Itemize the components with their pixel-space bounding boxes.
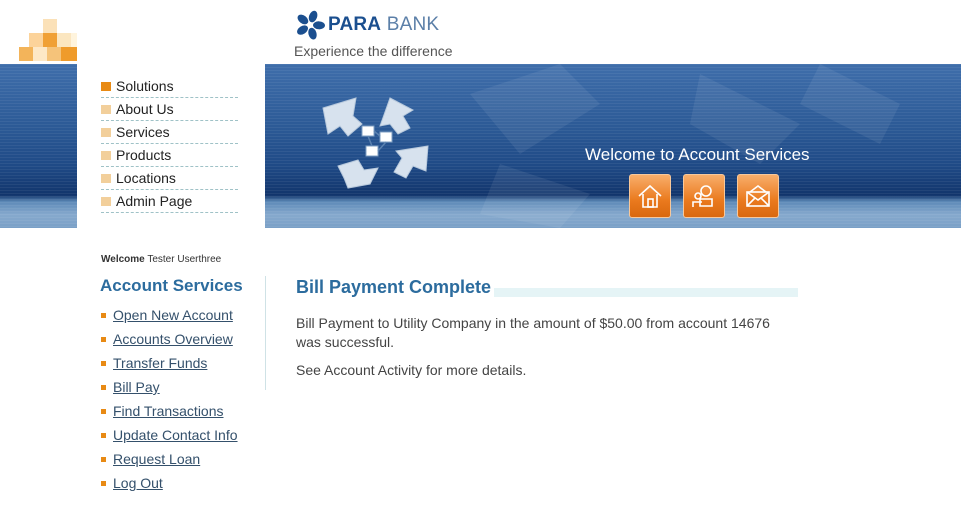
accounts-overview-link[interactable]: Accounts Overview bbox=[113, 331, 233, 347]
open-new-account-link[interactable]: Open New Account bbox=[113, 307, 233, 323]
menu-item-label[interactable]: Services bbox=[116, 124, 170, 140]
about-icon bbox=[692, 185, 713, 207]
welcome-user: Tester Userthree bbox=[144, 254, 222, 265]
menu-item-label[interactable]: Admin Page bbox=[116, 193, 192, 209]
title-underline-bar bbox=[494, 288, 798, 297]
main-menu: Solutions About Us Services Products Loc… bbox=[77, 64, 265, 252]
contact-button[interactable] bbox=[737, 174, 779, 218]
menu-bullet-icon bbox=[101, 151, 111, 160]
menu-bullet-icon bbox=[101, 174, 111, 183]
brand-name: PARA BANK bbox=[328, 14, 439, 36]
bill-pay-link[interactable]: Bill Pay bbox=[113, 379, 160, 395]
tagline: Experience the difference bbox=[294, 43, 453, 59]
result-message: Bill Payment to Utility Company in the a… bbox=[296, 315, 770, 350]
result-note: See Account Activity for more details. bbox=[296, 362, 527, 378]
welcome-prefix: Welcome bbox=[101, 254, 145, 265]
menu-item-solutions[interactable]: Solutions bbox=[101, 75, 238, 98]
contact-icon bbox=[746, 185, 770, 207]
bullet-icon bbox=[101, 337, 106, 342]
menu-item-label[interactable]: Products bbox=[116, 147, 171, 163]
bullet-icon bbox=[101, 433, 106, 438]
header: PARA BANK Experience the difference bbox=[0, 0, 961, 64]
parabank-flower-icon bbox=[297, 10, 325, 40]
menu-item-services[interactable]: Services bbox=[101, 121, 238, 144]
banner-title: Welcome to Account Services bbox=[585, 145, 810, 164]
menu-item-locations[interactable]: Locations bbox=[101, 167, 238, 190]
log-out-link[interactable]: Log Out bbox=[113, 475, 163, 491]
menu-item-admin-page[interactable]: Admin Page bbox=[101, 190, 238, 213]
menu-bullet-icon bbox=[101, 82, 111, 91]
welcome-message: Welcome Tester Userthree bbox=[101, 254, 221, 265]
find-transactions-link[interactable]: Find Transactions bbox=[113, 403, 224, 419]
panel-divider bbox=[265, 276, 266, 390]
home-icon bbox=[638, 184, 662, 208]
bullet-icon bbox=[101, 361, 106, 366]
menu-bullet-icon bbox=[101, 128, 111, 137]
menu-item-about-us[interactable]: About Us bbox=[101, 98, 238, 121]
menu-item-label[interactable]: Solutions bbox=[116, 78, 174, 94]
bullet-icon bbox=[101, 409, 106, 414]
result-title-block: Bill Payment Complete bbox=[296, 276, 798, 298]
bullet-icon bbox=[101, 313, 106, 318]
menu-item-label[interactable]: About Us bbox=[116, 101, 174, 117]
about-button[interactable] bbox=[683, 174, 725, 218]
parabank-logo[interactable]: PARA BANK bbox=[295, 10, 455, 42]
bullet-icon bbox=[101, 385, 106, 390]
brand-name-light: BANK bbox=[381, 14, 440, 35]
request-loan-link[interactable]: Request Loan bbox=[113, 451, 200, 467]
transfer-funds-link[interactable]: Transfer Funds bbox=[113, 355, 207, 371]
network-diagram-icon bbox=[322, 97, 429, 189]
account-services-heading: Account Services bbox=[100, 276, 243, 295]
brand-name-bold: PARA bbox=[328, 14, 382, 35]
bullet-icon bbox=[101, 457, 106, 462]
home-button[interactable] bbox=[629, 174, 671, 218]
menu-bullet-icon bbox=[101, 105, 111, 114]
menu-item-label[interactable]: Locations bbox=[116, 170, 176, 186]
bullet-icon bbox=[101, 481, 106, 486]
update-contact-info-link[interactable]: Update Contact Info bbox=[113, 427, 238, 443]
menu-bullet-icon bbox=[101, 197, 111, 206]
menu-item-products[interactable]: Products bbox=[101, 144, 238, 167]
result-title: Bill Payment Complete bbox=[296, 277, 492, 297]
